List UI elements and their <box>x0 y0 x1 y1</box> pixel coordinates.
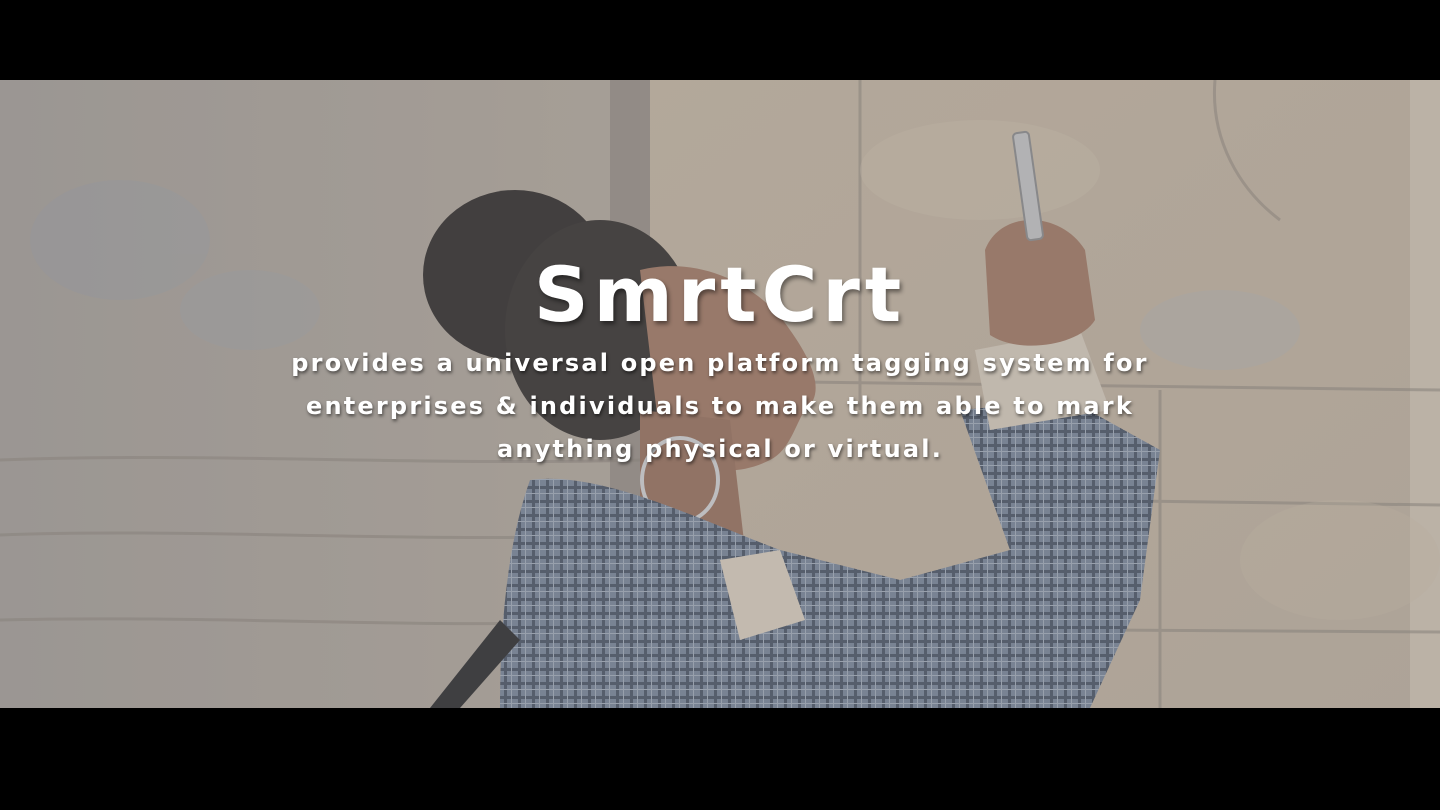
hero-banner: SmrtCrt provides a universal open platfo… <box>0 80 1440 708</box>
letterbox-bottom <box>0 708 1440 810</box>
hero-tagline: provides a universal open platform taggi… <box>291 349 1149 463</box>
letterbox-top <box>0 0 1440 80</box>
video-stage: SmrtCrt provides a universal open platfo… <box>0 0 1440 810</box>
brand-title: SmrtCrt <box>533 250 907 339</box>
